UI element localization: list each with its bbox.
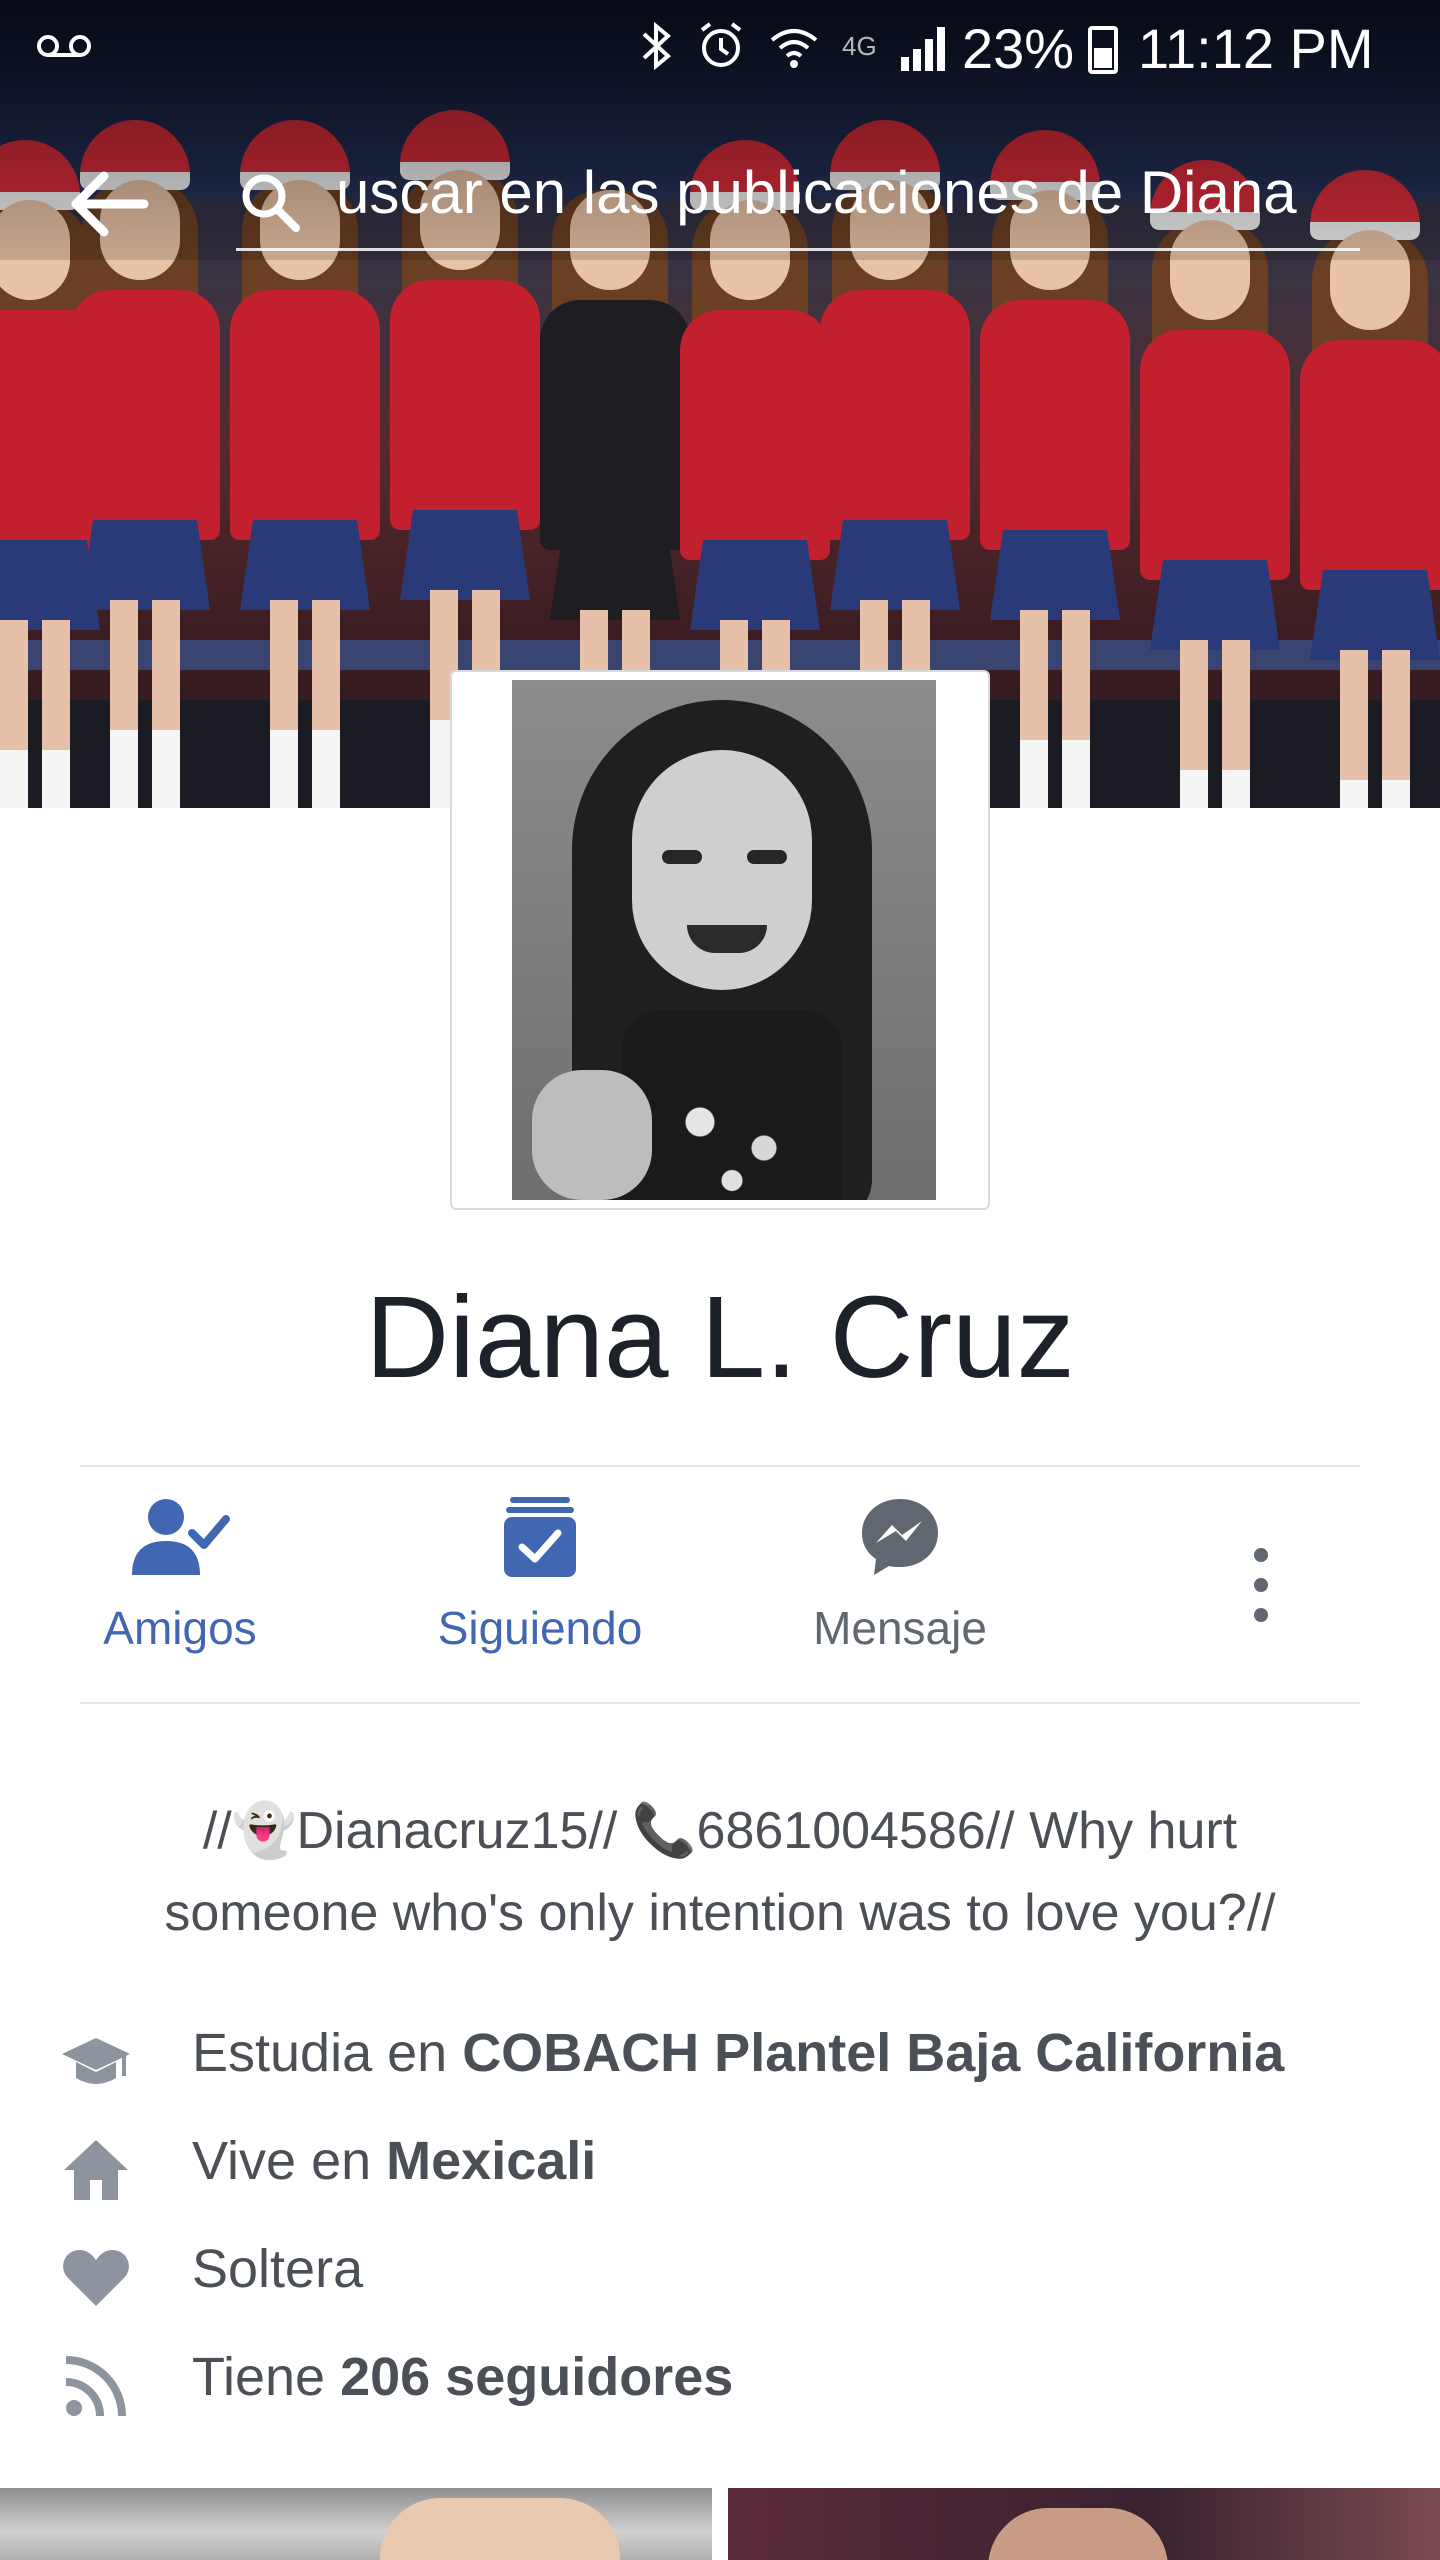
search-icon xyxy=(242,174,300,232)
friends-button[interactable]: Amigos xyxy=(30,1495,330,1655)
system-icons: 4G xyxy=(640,20,953,72)
profile-picture[interactable] xyxy=(512,680,936,1200)
voicemail-icon xyxy=(37,35,91,57)
clock: 11:12 PM xyxy=(1138,17,1374,80)
photo-thumbnail[interactable] xyxy=(728,2488,1440,2560)
alarm-icon xyxy=(700,22,742,67)
residence-prefix: Vive en xyxy=(192,2131,387,2191)
photo-thumbnail[interactable] xyxy=(0,2488,712,2560)
home-icon xyxy=(64,2140,128,2200)
followers-prefix: Tiene xyxy=(192,2347,341,2407)
more-vertical-icon[interactable] xyxy=(1226,1540,1296,1630)
friend-check-icon xyxy=(132,1499,230,1575)
status-bar: 4G 23% 11:12 PM xyxy=(0,0,1440,96)
arrow-left-icon[interactable] xyxy=(66,162,150,246)
battery-percent: 23% xyxy=(962,17,1075,80)
following-button[interactable]: Siguiendo xyxy=(390,1495,690,1655)
profile-name: Diana L. Cruz xyxy=(365,1272,1075,1402)
wifi-icon xyxy=(770,29,818,68)
rss-icon xyxy=(65,2356,126,2417)
education-place[interactable]: COBACH Plantel Baja California xyxy=(462,2023,1284,2083)
detail-education[interactable]: Estudia en COBACH Plantel Baja Californi… xyxy=(0,2010,1440,2110)
profile-search-bar[interactable]: uscar en las publicaciones de Diana xyxy=(0,150,1440,260)
signal-icon xyxy=(900,27,945,71)
detail-residence[interactable]: Vive en Mexicali xyxy=(0,2118,1440,2218)
divider xyxy=(80,1702,1360,1704)
search-input[interactable]: uscar en las publicaciones de Diana xyxy=(336,158,1297,227)
search-underline xyxy=(236,248,1360,251)
bio-line-1: //👻Dianacruz15// 📞6861004586// Why hurt xyxy=(202,1802,1238,1860)
followers-count[interactable]: 206 seguidores xyxy=(340,2347,733,2407)
profile-picture-frame[interactable] xyxy=(450,670,990,1210)
residence-place[interactable]: Mexicali xyxy=(386,2131,596,2191)
photo-grid xyxy=(0,2488,1440,2560)
message-label: Mensaje xyxy=(813,1602,987,1654)
friends-label: Amigos xyxy=(103,1602,257,1654)
message-button[interactable]: Mensaje xyxy=(750,1495,1050,1655)
relationship-status: Soltera xyxy=(192,2239,364,2299)
education-prefix: Estudia en xyxy=(192,2023,463,2083)
bluetooth-icon xyxy=(642,21,672,71)
bio-line-2: someone who's only intention was to love… xyxy=(164,1884,1276,1942)
heart-icon xyxy=(63,2250,129,2306)
divider xyxy=(80,1465,1360,1467)
graduation-cap-icon xyxy=(62,2038,130,2084)
network-type: 4G xyxy=(842,30,877,61)
profile-bio: //👻Dianacruz15// 📞6861004586// Why hurt … xyxy=(80,1790,1360,1954)
detail-relationship: Soltera xyxy=(0,2226,1440,2326)
profile-actions: Amigos Siguiendo Mensaje xyxy=(0,1495,1440,1695)
following-check-icon xyxy=(504,1497,576,1577)
following-label: Siguiendo xyxy=(437,1602,643,1654)
messenger-icon xyxy=(862,1499,938,1575)
battery-icon xyxy=(1088,26,1118,74)
detail-followers[interactable]: Tiene 206 seguidores xyxy=(0,2334,1440,2434)
